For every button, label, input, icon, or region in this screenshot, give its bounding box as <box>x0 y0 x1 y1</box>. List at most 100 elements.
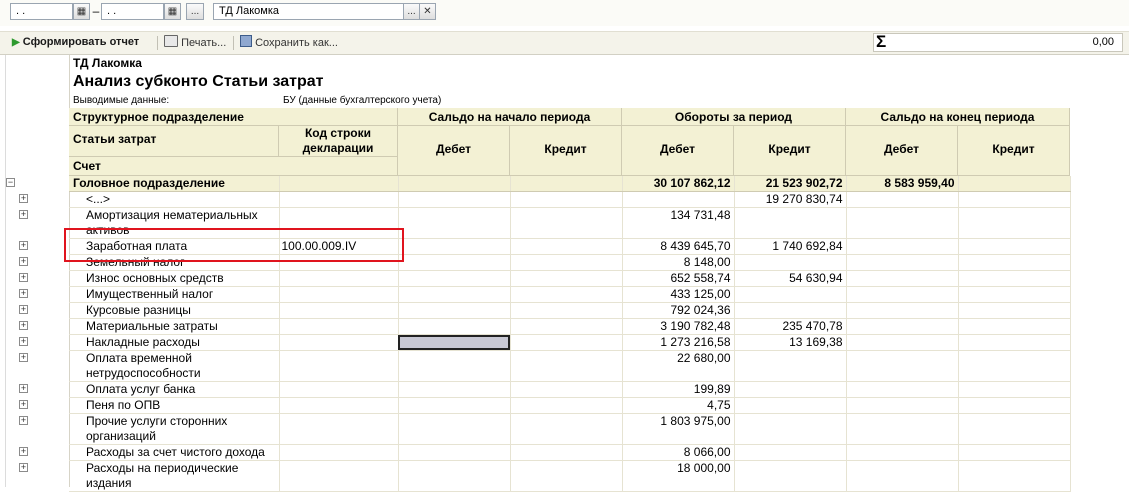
save-as-button[interactable]: Сохранить как... <box>240 35 338 51</box>
row-code <box>279 318 399 335</box>
report-organization: ТД Лакомка <box>73 56 142 70</box>
expand-row-icon[interactable]: + <box>19 353 28 362</box>
row-turnover-debit: 8 148,00 <box>622 254 735 271</box>
row-cost-article: Материальные затраты <box>69 318 280 335</box>
table-row[interactable]: <...> 19 270 830,74 <box>69 191 1071 208</box>
row-turnover-debit: 652 558,74 <box>622 270 735 287</box>
table-row[interactable]: Пеня по ОПВ 4,75 <box>69 397 1071 414</box>
calendar-from-icon[interactable]: ▦ <box>73 3 90 20</box>
header-turnover-debit: Дебет <box>622 126 734 176</box>
row-cost-article: Курсовые разницы <box>69 302 280 319</box>
expand-row-icon[interactable]: + <box>19 384 28 393</box>
group-turnover-credit: 21 523 902,72 <box>734 176 847 192</box>
header-turnover: Обороты за период <box>622 108 846 126</box>
generate-report-button[interactable]: ▶ Сформировать отчет <box>12 35 139 50</box>
row-code <box>279 350 399 382</box>
header-declaration-code: Код строки декларации <box>279 126 398 157</box>
date-to-input[interactable]: . . <box>101 3 164 20</box>
row-turnover-debit: 433 125,00 <box>622 286 735 303</box>
table-row[interactable]: Износ основных средств 652 558,74 54 630… <box>69 270 1071 287</box>
expand-row-icon[interactable]: + <box>19 289 28 298</box>
header-closing-balance: Сальдо на конец периода <box>846 108 1070 126</box>
row-turnover-debit: 199,89 <box>622 381 735 398</box>
period-select-button[interactable]: ... <box>186 3 204 20</box>
printer-icon <box>164 35 178 47</box>
expand-row-icon[interactable]: + <box>19 305 28 314</box>
row-turnover-credit: 19 270 830,74 <box>734 191 847 208</box>
expand-row-icon[interactable]: + <box>19 194 28 203</box>
sigma-icon: Σ <box>876 32 887 51</box>
play-icon: ▶ <box>12 37 20 48</box>
row-code <box>279 381 399 398</box>
row-turnover-credit <box>734 397 847 414</box>
row-cost-article: Оплата временной нетрудоспособности <box>69 350 280 382</box>
expand-row-icon[interactable]: + <box>19 463 28 472</box>
calendar-to-icon[interactable]: ▦ <box>164 3 181 20</box>
toolbar-separator <box>157 36 158 50</box>
expand-row-icon[interactable]: + <box>19 400 28 409</box>
table-row[interactable]: Оплата услуг банка 199,89 <box>69 381 1071 398</box>
expand-row-icon[interactable]: + <box>19 210 28 219</box>
row-turnover-credit: 54 630,94 <box>734 270 847 287</box>
header-cost-articles: Статьи затрат <box>69 126 279 157</box>
collapse-group-icon[interactable]: − <box>6 178 15 187</box>
row-turnover-credit <box>734 207 847 239</box>
header-turnover-credit: Кредит <box>734 126 846 176</box>
header-structural-unit: Структурное подразделение <box>69 108 398 126</box>
group-turnover-debit: 30 107 862,12 <box>622 176 735 192</box>
row-code <box>279 191 399 208</box>
row-cost-article: <...> <box>69 191 280 208</box>
row-cost-article: Оплата услуг банка <box>69 381 280 398</box>
print-button[interactable]: Печать... <box>164 35 226 51</box>
table-row[interactable]: Материальные затраты 3 190 782,48 235 47… <box>69 318 1071 335</box>
row-turnover-debit: 22 680,00 <box>622 350 735 382</box>
table-row[interactable]: Накладные расходы 1 273 216,58 13 169,38 <box>69 334 1071 351</box>
expand-row-icon[interactable]: + <box>19 321 28 330</box>
row-code <box>279 334 399 351</box>
row-code <box>279 413 399 445</box>
header-closing-credit: Кредит <box>958 126 1070 176</box>
row-turnover-credit <box>734 350 847 382</box>
expand-row-icon[interactable]: + <box>19 337 28 346</box>
organization-input[interactable]: ТД Лакомка <box>213 3 404 20</box>
row-turnover-debit: 134 731,48 <box>622 207 735 239</box>
highlight-annotation-box <box>64 228 404 262</box>
tree-line <box>5 55 6 487</box>
header-opening-debit: Дебет <box>398 126 510 176</box>
table-row[interactable]: Оплата временной нетрудоспособности 22 6… <box>69 350 1071 382</box>
table-row[interactable]: Курсовые разницы 792 024,36 <box>69 302 1071 319</box>
row-turnover-credit <box>734 254 847 271</box>
row-turnover-debit: 1 803 975,00 <box>622 413 735 445</box>
row-code <box>279 302 399 319</box>
row-turnover-debit <box>622 191 735 208</box>
date-from-input[interactable]: . . <box>10 3 73 20</box>
row-turnover-debit: 8 066,00 <box>622 444 735 461</box>
row-turnover-credit <box>734 381 847 398</box>
table-row[interactable]: Расходы за счет чистого дохода 8 066,00 <box>69 444 1071 461</box>
organization-choose-button[interactable]: ... <box>403 3 420 20</box>
sum-value: 0,00 <box>1092 36 1114 48</box>
output-data-value: БУ (данные бухгалтерского учета) <box>283 95 442 106</box>
expand-row-icon[interactable]: + <box>19 241 28 250</box>
floppy-disk-icon <box>240 35 252 47</box>
row-code <box>279 270 399 287</box>
expand-row-icon[interactable]: + <box>19 416 28 425</box>
row-turnover-credit <box>734 286 847 303</box>
expand-row-icon[interactable]: + <box>19 257 28 266</box>
row-turnover-debit: 8 439 645,70 <box>622 238 735 255</box>
group-row[interactable]: Головное подразделение 30 107 862,12 21 … <box>69 176 1071 192</box>
row-turnover-debit: 792 024,36 <box>622 302 735 319</box>
row-code <box>279 444 399 461</box>
organization-clear-icon[interactable]: ✕ <box>419 3 436 20</box>
expand-row-icon[interactable]: + <box>19 447 28 456</box>
row-turnover-credit <box>734 413 847 445</box>
expand-row-icon[interactable]: + <box>19 273 28 282</box>
row-turnover-credit: 13 169,38 <box>734 334 847 351</box>
group-closing-debit: 8 583 959,40 <box>846 176 959 192</box>
report-toolbar: ▶ Сформировать отчет Печать... Сохранить… <box>0 31 1129 55</box>
table-row[interactable]: Имущественный налог 433 125,00 <box>69 286 1071 303</box>
sum-field: Σ 0,00 <box>873 32 1123 52</box>
table-row[interactable]: Прочие услуги сторонних организаций 1 80… <box>69 413 1071 445</box>
group-name: Головное подразделение <box>69 176 280 192</box>
row-cost-article: Расходы за счет чистого дохода <box>69 444 280 461</box>
